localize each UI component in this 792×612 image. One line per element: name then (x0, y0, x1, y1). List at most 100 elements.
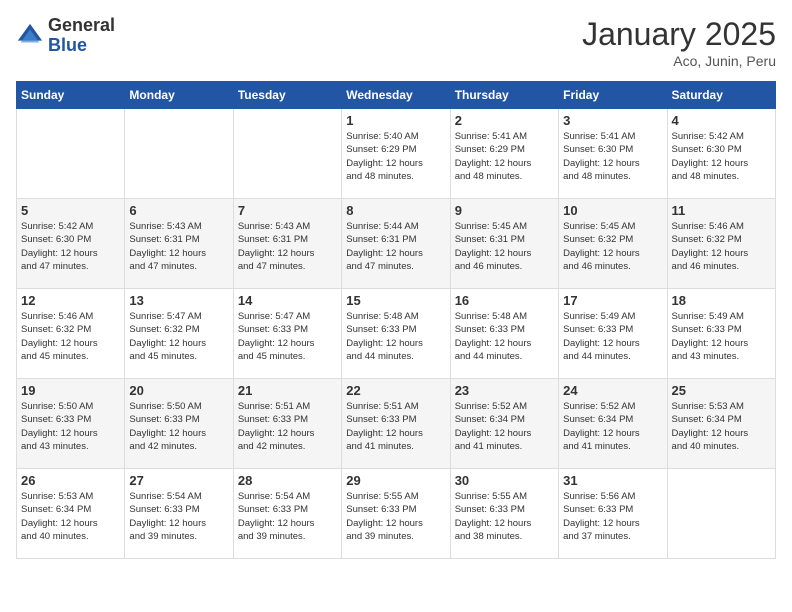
calendar-cell: 25 Sunrise: 5:53 AM Sunset: 6:34 PM Dayli… (667, 379, 775, 469)
calendar-cell: 10 Sunrise: 5:45 AM Sunset: 6:32 PM Dayli… (559, 199, 667, 289)
day-number: 11 (672, 203, 771, 218)
calendar-cell: 30Sunrise: 5:55 AM Sunset: 6:33 PM Dayli… (450, 469, 558, 559)
weekday-header-wednesday: Wednesday (342, 82, 450, 109)
calendar-body: 1 Sunrise: 5:40 AM Sunset: 6:29 PM Daylig… (17, 109, 776, 559)
day-info: Sunrise: 5:47 AM Sunset: 6:33 PM Dayligh… (238, 310, 337, 363)
day-info: Sunrise: 5:45 AM Sunset: 6:31 PM Dayligh… (455, 220, 554, 273)
day-info: Sunrise: 5:46 AM Sunset: 6:32 PM Dayligh… (672, 220, 771, 273)
day-info: Sunrise: 5:50 AM Sunset: 6:33 PM Dayligh… (129, 400, 228, 453)
calendar-cell: 15 Sunrise: 5:48 AM Sunset: 6:33 PM Dayli… (342, 289, 450, 379)
day-number: 15 (346, 293, 445, 308)
day-info: Sunrise: 5:40 AM Sunset: 6:29 PM Dayligh… (346, 130, 445, 183)
weekday-header-sunday: Sunday (17, 82, 125, 109)
calendar-cell (17, 109, 125, 199)
title-block: January 2025 Aco, Junin, Peru (582, 16, 776, 69)
day-info: Sunrise: 5:53 AM Sunset: 6:34 PM Dayligh… (21, 490, 120, 543)
calendar-cell: 27Sunrise: 5:54 AM Sunset: 6:33 PM Dayli… (125, 469, 233, 559)
day-number: 25 (672, 383, 771, 398)
day-number: 13 (129, 293, 228, 308)
day-number: 19 (21, 383, 120, 398)
calendar-cell: 1 Sunrise: 5:40 AM Sunset: 6:29 PM Daylig… (342, 109, 450, 199)
logo: General Blue (16, 16, 115, 56)
calendar-cell: 16 Sunrise: 5:48 AM Sunset: 6:33 PM Dayli… (450, 289, 558, 379)
day-info: Sunrise: 5:48 AM Sunset: 6:33 PM Dayligh… (346, 310, 445, 363)
calendar-week-row: 26Sunrise: 5:53 AM Sunset: 6:34 PM Dayli… (17, 469, 776, 559)
calendar-cell: 8 Sunrise: 5:44 AM Sunset: 6:31 PM Daylig… (342, 199, 450, 289)
day-info: Sunrise: 5:44 AM Sunset: 6:31 PM Dayligh… (346, 220, 445, 273)
day-number: 18 (672, 293, 771, 308)
day-number: 8 (346, 203, 445, 218)
weekday-header-friday: Friday (559, 82, 667, 109)
calendar-cell: 22Sunrise: 5:51 AM Sunset: 6:33 PM Dayli… (342, 379, 450, 469)
day-info: Sunrise: 5:50 AM Sunset: 6:33 PM Dayligh… (21, 400, 120, 453)
calendar-cell (667, 469, 775, 559)
day-info: Sunrise: 5:51 AM Sunset: 6:33 PM Dayligh… (238, 400, 337, 453)
calendar-cell: 9 Sunrise: 5:45 AM Sunset: 6:31 PM Daylig… (450, 199, 558, 289)
day-number: 2 (455, 113, 554, 128)
weekday-header-saturday: Saturday (667, 82, 775, 109)
day-info: Sunrise: 5:41 AM Sunset: 6:30 PM Dayligh… (563, 130, 662, 183)
day-info: Sunrise: 5:42 AM Sunset: 6:30 PM Dayligh… (21, 220, 120, 273)
calendar-cell: 24Sunrise: 5:52 AM Sunset: 6:34 PM Dayli… (559, 379, 667, 469)
logo-icon (16, 22, 44, 50)
calendar-cell: 5 Sunrise: 5:42 AM Sunset: 6:30 PM Daylig… (17, 199, 125, 289)
calendar-cell: 28 Sunrise: 5:54 AM Sunset: 6:33 PM Dayli… (233, 469, 341, 559)
day-info: Sunrise: 5:52 AM Sunset: 6:34 PM Dayligh… (455, 400, 554, 453)
day-number: 20 (129, 383, 228, 398)
page-subtitle: Aco, Junin, Peru (582, 53, 776, 69)
calendar-cell: 18 Sunrise: 5:49 AM Sunset: 6:33 PM Dayli… (667, 289, 775, 379)
day-info: Sunrise: 5:48 AM Sunset: 6:33 PM Dayligh… (455, 310, 554, 363)
day-info: Sunrise: 5:42 AM Sunset: 6:30 PM Dayligh… (672, 130, 771, 183)
day-info: Sunrise: 5:51 AM Sunset: 6:33 PM Dayligh… (346, 400, 445, 453)
calendar-cell: 19 Sunrise: 5:50 AM Sunset: 6:33 PM Dayli… (17, 379, 125, 469)
day-info: Sunrise: 5:55 AM Sunset: 6:33 PM Dayligh… (346, 490, 445, 543)
calendar-week-row: 1 Sunrise: 5:40 AM Sunset: 6:29 PM Daylig… (17, 109, 776, 199)
day-number: 7 (238, 203, 337, 218)
day-number: 9 (455, 203, 554, 218)
calendar-cell: 14 Sunrise: 5:47 AM Sunset: 6:33 PM Dayli… (233, 289, 341, 379)
day-info: Sunrise: 5:43 AM Sunset: 6:31 PM Dayligh… (129, 220, 228, 273)
calendar-cell: 3 Sunrise: 5:41 AM Sunset: 6:30 PM Daylig… (559, 109, 667, 199)
weekday-header-thursday: Thursday (450, 82, 558, 109)
calendar-cell: 21 Sunrise: 5:51 AM Sunset: 6:33 PM Dayli… (233, 379, 341, 469)
day-info: Sunrise: 5:45 AM Sunset: 6:32 PM Dayligh… (563, 220, 662, 273)
day-info: Sunrise: 5:49 AM Sunset: 6:33 PM Dayligh… (563, 310, 662, 363)
calendar-cell: 26Sunrise: 5:53 AM Sunset: 6:34 PM Dayli… (17, 469, 125, 559)
calendar-week-row: 12Sunrise: 5:46 AM Sunset: 6:32 PM Dayli… (17, 289, 776, 379)
calendar-cell: 7 Sunrise: 5:43 AM Sunset: 6:31 PM Daylig… (233, 199, 341, 289)
day-number: 3 (563, 113, 662, 128)
calendar-cell: 12Sunrise: 5:46 AM Sunset: 6:32 PM Dayli… (17, 289, 125, 379)
day-number: 1 (346, 113, 445, 128)
weekday-header-tuesday: Tuesday (233, 82, 341, 109)
day-info: Sunrise: 5:53 AM Sunset: 6:34 PM Dayligh… (672, 400, 771, 453)
day-number: 10 (563, 203, 662, 218)
page-header: General Blue January 2025 Aco, Junin, Pe… (16, 16, 776, 69)
day-number: 24 (563, 383, 662, 398)
day-number: 30 (455, 473, 554, 488)
calendar-cell: 13 Sunrise: 5:47 AM Sunset: 6:32 PM Dayli… (125, 289, 233, 379)
day-number: 5 (21, 203, 120, 218)
calendar-cell: 20 Sunrise: 5:50 AM Sunset: 6:33 PM Dayli… (125, 379, 233, 469)
day-number: 14 (238, 293, 337, 308)
day-number: 31 (563, 473, 662, 488)
day-info: Sunrise: 5:43 AM Sunset: 6:31 PM Dayligh… (238, 220, 337, 273)
day-info: Sunrise: 5:47 AM Sunset: 6:32 PM Dayligh… (129, 310, 228, 363)
calendar-week-row: 19 Sunrise: 5:50 AM Sunset: 6:33 PM Dayli… (17, 379, 776, 469)
calendar-cell: 11 Sunrise: 5:46 AM Sunset: 6:32 PM Dayli… (667, 199, 775, 289)
calendar-cell: 17 Sunrise: 5:49 AM Sunset: 6:33 PM Dayli… (559, 289, 667, 379)
calendar-cell: 23 Sunrise: 5:52 AM Sunset: 6:34 PM Dayli… (450, 379, 558, 469)
logo-general-text: General (48, 16, 115, 36)
day-number: 16 (455, 293, 554, 308)
day-info: Sunrise: 5:54 AM Sunset: 6:33 PM Dayligh… (238, 490, 337, 543)
day-number: 21 (238, 383, 337, 398)
day-number: 28 (238, 473, 337, 488)
calendar-cell (233, 109, 341, 199)
calendar-table: SundayMondayTuesdayWednesdayThursdayFrid… (16, 81, 776, 559)
day-info: Sunrise: 5:46 AM Sunset: 6:32 PM Dayligh… (21, 310, 120, 363)
day-number: 29 (346, 473, 445, 488)
day-info: Sunrise: 5:49 AM Sunset: 6:33 PM Dayligh… (672, 310, 771, 363)
day-number: 17 (563, 293, 662, 308)
day-number: 23 (455, 383, 554, 398)
calendar-week-row: 5 Sunrise: 5:42 AM Sunset: 6:30 PM Daylig… (17, 199, 776, 289)
day-info: Sunrise: 5:54 AM Sunset: 6:33 PM Dayligh… (129, 490, 228, 543)
